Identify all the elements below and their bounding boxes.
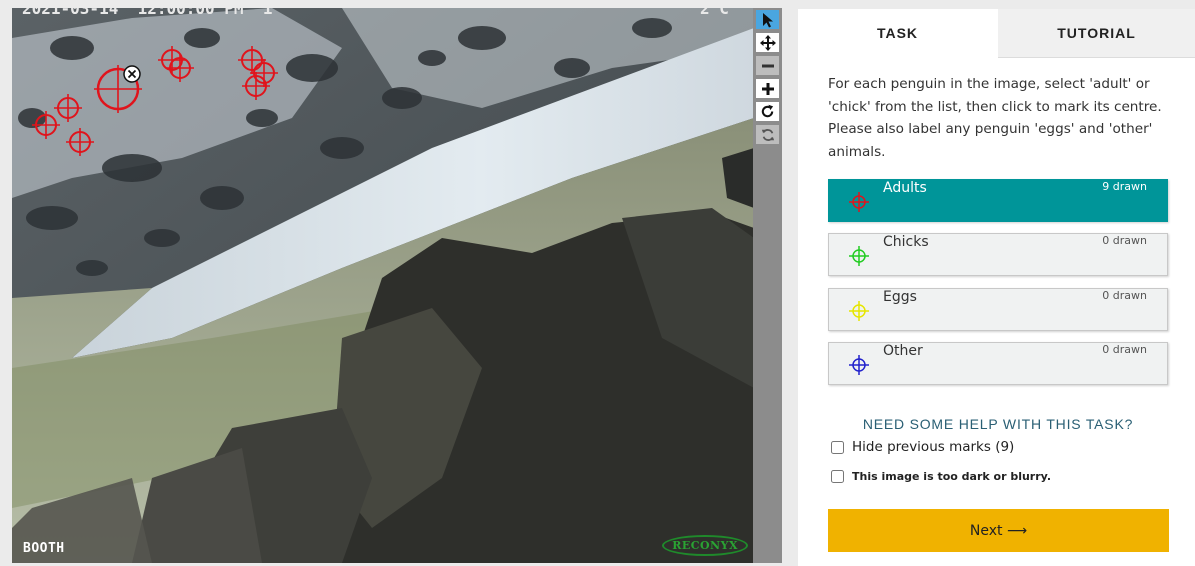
help-link[interactable]: NEED SOME HELP WITH THIS TASK? bbox=[828, 416, 1168, 432]
cursor-arrow-icon bbox=[762, 12, 773, 27]
subject-image-viewer[interactable]: 2021-03-14 12:00:00 PM 1 2°C BOOTH RECON… bbox=[12, 8, 754, 563]
reset-icon bbox=[761, 128, 774, 141]
move-tool-button[interactable] bbox=[756, 33, 779, 52]
tool-option-adults[interactable]: Adults 9 drawn bbox=[828, 179, 1168, 222]
minus-icon bbox=[761, 64, 774, 67]
penguin-mark[interactable] bbox=[238, 46, 266, 74]
tab-task[interactable]: TASK bbox=[798, 9, 997, 57]
task-instructions: For each penguin in the image, select 'a… bbox=[828, 76, 1162, 161]
next-button[interactable]: Next ⟶ bbox=[828, 509, 1169, 552]
tool-option-label: Adults bbox=[883, 180, 927, 196]
zoom-in-button[interactable] bbox=[756, 79, 779, 98]
zoom-out-button[interactable] bbox=[756, 56, 779, 75]
hide-marks-checkbox[interactable] bbox=[831, 440, 844, 454]
rotate-icon bbox=[761, 104, 774, 118]
too-dark-label: This image is too dark or blurry. bbox=[852, 470, 1051, 483]
penguin-mark[interactable] bbox=[32, 111, 60, 139]
hide-marks-checkbox-row[interactable]: Hide previous marks (9) bbox=[831, 439, 1014, 455]
tool-option-count: 0 drawn bbox=[1102, 234, 1147, 247]
hide-marks-label: Hide previous marks (9) bbox=[852, 439, 1015, 455]
tool-option-chicks[interactable]: Chicks 0 drawn bbox=[828, 233, 1168, 276]
penguin-mark[interactable] bbox=[242, 72, 270, 100]
too-dark-checkbox[interactable] bbox=[831, 470, 844, 483]
tool-option-other[interactable]: Other 0 drawn bbox=[828, 342, 1168, 385]
tool-option-eggs[interactable]: Eggs 0 drawn bbox=[828, 288, 1168, 331]
crosshair-icon bbox=[849, 301, 869, 321]
penguin-mark[interactable] bbox=[54, 94, 82, 122]
tool-option-count: 0 drawn bbox=[1102, 289, 1147, 302]
tool-option-label: Chicks bbox=[883, 234, 929, 250]
reconyx-logo: RECONYX bbox=[662, 535, 748, 556]
tool-option-label: Eggs bbox=[883, 289, 917, 305]
crosshair-icon bbox=[849, 355, 869, 375]
delete-mark-icon[interactable] bbox=[123, 65, 141, 83]
rotate-button[interactable] bbox=[756, 102, 779, 121]
tool-option-label: Other bbox=[883, 343, 923, 359]
too-dark-checkbox-row[interactable]: This image is too dark or blurry. bbox=[831, 470, 1051, 483]
move-arrows-icon bbox=[759, 34, 776, 51]
tool-option-count: 9 drawn bbox=[1102, 180, 1147, 193]
tab-tutorial[interactable]: TUTORIAL bbox=[998, 9, 1195, 58]
task-panel: TASK TUTORIAL For each penguin in the im… bbox=[798, 9, 1195, 566]
tool-option-count: 0 drawn bbox=[1102, 343, 1147, 356]
plus-icon bbox=[761, 82, 774, 95]
penguin-mark[interactable] bbox=[166, 54, 194, 82]
crosshair-icon bbox=[849, 192, 869, 212]
penguin-mark[interactable] bbox=[250, 59, 278, 87]
pointer-tool-button[interactable] bbox=[756, 10, 779, 29]
marks-layer[interactable] bbox=[12, 8, 754, 563]
camera-label: BOOTH bbox=[23, 541, 65, 556]
penguin-mark[interactable] bbox=[158, 46, 186, 74]
crosshair-icon bbox=[849, 246, 869, 266]
image-toolbar bbox=[753, 8, 782, 563]
penguin-mark[interactable] bbox=[66, 128, 94, 156]
reset-button[interactable] bbox=[756, 125, 779, 144]
